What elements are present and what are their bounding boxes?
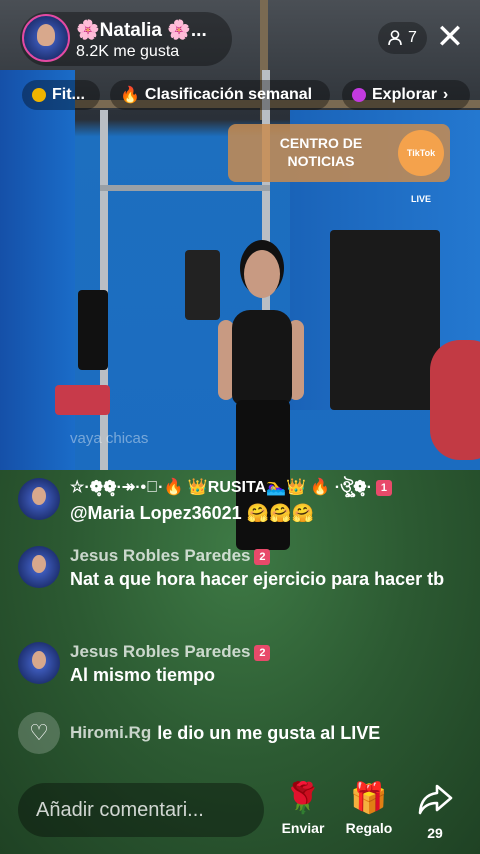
close-icon: ✕ — [435, 18, 465, 56]
like-event-text: le dio un me gusta al LIVE — [157, 722, 381, 743]
gift-label: Regalo — [345, 820, 393, 836]
viewer-count-text: 7 — [408, 29, 417, 46]
explore-icon — [352, 88, 366, 102]
share-arrow-icon — [418, 784, 453, 815]
share-count: 29 — [427, 825, 443, 841]
viewer-count[interactable]: 7 — [378, 22, 427, 54]
host-avatar[interactable] — [22, 14, 70, 62]
person-icon — [388, 30, 402, 46]
chip-weekly-ranking[interactable]: 🔥 Clasificación semanal — [110, 80, 330, 110]
chat-avatar[interactable] — [18, 546, 60, 588]
chat-message[interactable]: Jesus Robles Paredes 2 Al mismo tiempo — [18, 642, 271, 688]
chip-fitness-label: Fit... — [52, 86, 85, 103]
send-label: Enviar — [281, 820, 325, 836]
pull-up-bar — [100, 185, 270, 191]
chip-fitness[interactable]: Fit... — [22, 80, 100, 110]
chat-avatar[interactable] — [18, 478, 60, 520]
bench-back — [185, 250, 220, 320]
blue-tarp-left — [0, 70, 75, 490]
chip-explore[interactable]: Explorar › — [342, 80, 470, 110]
chat-avatar[interactable] — [18, 642, 60, 684]
chat-message[interactable]: @Maria Lopez36021 🤗🤗🤗 — [18, 478, 314, 526]
chip-explore-label: Explorar — [372, 86, 437, 103]
chip-ranking-label: Clasificación semanal — [144, 86, 313, 103]
rose-icon: 🌹 — [284, 782, 322, 815]
news-center-label: CENTRO DE NOTICIAS — [279, 135, 363, 169]
news-center-card[interactable]: CENTRO DE NOTICIAS TikTok LIVE — [228, 124, 450, 204]
level-badge: 1 — [375, 479, 392, 496]
host-likes: 8.2K me gusta — [76, 43, 180, 60]
flame-icon: 🔥 — [120, 87, 140, 104]
chat-username: Jesus Robles Paredes 2 — [70, 642, 271, 662]
chat-message-text: @Maria Lopez36021 🤗🤗🤗 — [70, 503, 314, 523]
like-event-username[interactable]: Hiromi.Rg — [70, 723, 151, 743]
send-rose-button[interactable]: 🌹 Enviar — [280, 782, 326, 836]
host-name: 🌸Natalia 🌸... — [76, 20, 207, 41]
fitness-icon — [32, 88, 46, 102]
chat-username: Jesus Robles Paredes 2 — [70, 546, 444, 566]
tiktok-live-badge: TikTok LIVE — [398, 130, 444, 204]
weight-machine — [330, 230, 440, 410]
close-button[interactable]: ✕ — [432, 20, 468, 56]
level-badge: 2 — [254, 548, 271, 565]
heart-icon: ♡ — [18, 712, 60, 754]
chevron-right-icon: › — [442, 86, 449, 103]
gift-icon: 🎁 — [350, 782, 388, 815]
host-info-pill[interactable]: 🌸Natalia 🌸... 8.2K me gusta — [20, 12, 232, 66]
chat-message-text: Al mismo tiempo — [70, 665, 216, 685]
comment-input[interactable]: Añadir comentari... — [18, 783, 264, 837]
red-tire — [430, 340, 480, 460]
chat-message-text: Nat a que hora hacer ejercicio para hace… — [70, 569, 445, 589]
chat-message[interactable]: Jesus Robles Paredes 2 Nat a que hora hac… — [18, 546, 458, 592]
like-event-row: ♡ Hiromi.Rg le dio un me gusta al LIVE — [18, 712, 380, 754]
gift-button[interactable]: 🎁 Regalo — [344, 782, 394, 836]
share-button[interactable]: 29 — [414, 782, 456, 841]
faded-chat-message: vaya chicas — [70, 430, 149, 447]
step-platform — [55, 385, 110, 415]
hanging-bands — [78, 290, 108, 370]
level-badge: 2 — [254, 644, 271, 661]
